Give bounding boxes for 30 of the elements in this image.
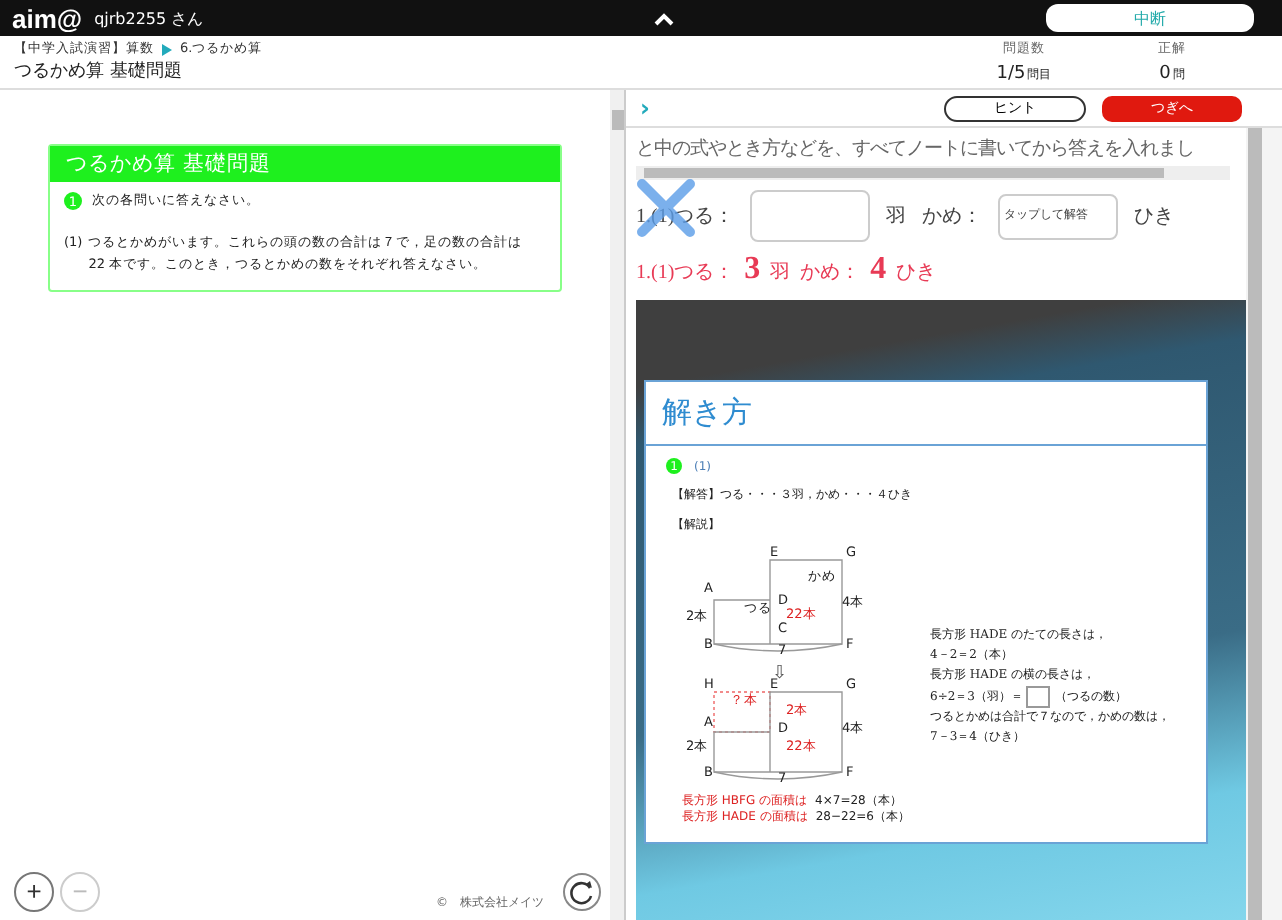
- correct-answer-value: 3: [744, 252, 761, 288]
- logo: aim@: [12, 3, 83, 33]
- scrollbar-thumb[interactable]: [644, 168, 1164, 178]
- answer-label: かめ：: [922, 204, 983, 230]
- zoom-button[interactable]: +: [14, 872, 54, 912]
- answer-label: 1.(1)つる：: [636, 204, 735, 230]
- page-title: つるかめ算 基礎問題: [14, 59, 184, 86]
- solution-title: 解き方: [646, 382, 1206, 446]
- scrollbar[interactable]: [1246, 128, 1282, 920]
- stat-value: 1/5: [996, 63, 1026, 83]
- scrollbar-thumb[interactable]: [1248, 128, 1262, 920]
- unit-text: 羽: [770, 260, 791, 286]
- correct-answer-label: かめ：: [800, 260, 861, 286]
- unit-text: ひき: [896, 260, 937, 286]
- refresh-icon[interactable]: [562, 872, 602, 912]
- card-title: つるかめ算 基礎問題: [50, 146, 560, 182]
- blank-square: [1026, 686, 1051, 708]
- correct-answer-label: 1.(1)つる：: [636, 260, 735, 286]
- chevron-up-icon[interactable]: [654, 11, 675, 25]
- unit-text: ひき: [1134, 204, 1175, 230]
- instruction-text: と中の式やとき方などを、すべてノートに書いてから答えを入れまし: [636, 136, 1196, 162]
- stat-value: 0: [1159, 63, 1171, 83]
- answer-field[interactable]: [750, 190, 871, 242]
- correct-answer-value: 4: [870, 252, 887, 288]
- unit-text: 羽: [886, 204, 907, 230]
- scrollbar[interactable]: [610, 90, 624, 920]
- scrollbar-thumb[interactable]: [611, 110, 623, 130]
- scrollbar[interactable]: [636, 166, 1230, 180]
- user-name: qjrb2255 さん: [94, 7, 204, 29]
- triangle-right-icon: [162, 43, 172, 55]
